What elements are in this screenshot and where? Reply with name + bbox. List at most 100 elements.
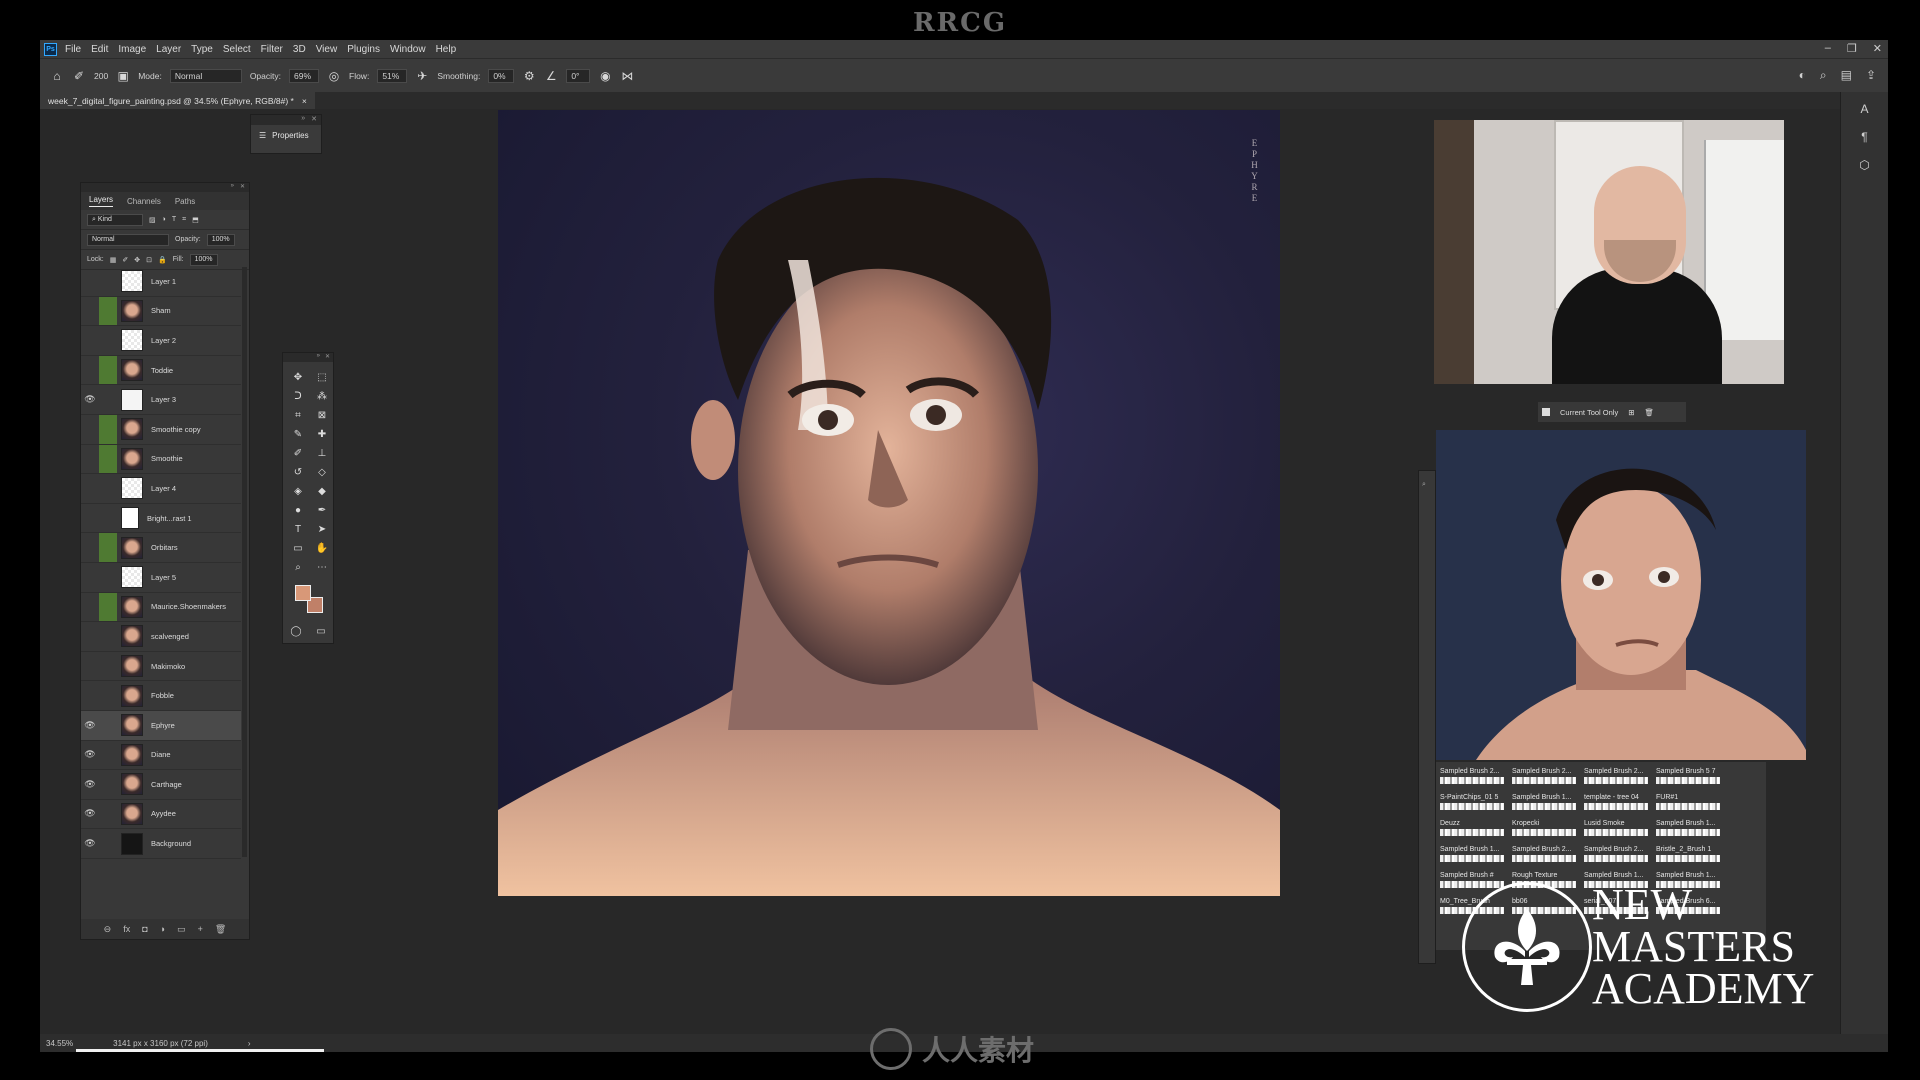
search-icon[interactable]: ⌕ — [1422, 481, 1432, 489]
close-icon[interactable]: ✕ — [240, 183, 245, 192]
visibility-eye-icon[interactable]: 👁 — [81, 741, 99, 770]
pressure-size-icon[interactable]: ◉ — [598, 69, 612, 83]
lock-paint-icon[interactable]: ✐ — [122, 256, 128, 264]
share-user-icon[interactable]: ◐ — [1799, 68, 1806, 83]
frame-tool-icon[interactable]: ⊠ — [310, 406, 334, 425]
airbrush-icon[interactable]: ✈ — [415, 69, 429, 83]
brush-preset[interactable]: Sampled Brush 2... — [1584, 846, 1652, 872]
layer-row[interactable]: 👁 Ephyre — [81, 710, 241, 741]
eraser-tool-icon[interactable]: ◇ — [310, 463, 334, 482]
brush-preset[interactable]: Kropecki — [1512, 820, 1580, 846]
layer-row[interactable]: 👁 Background — [81, 829, 241, 859]
layer-row[interactable]: Maurice.Shoenmakers — [81, 592, 241, 623]
zoom-tool-icon[interactable]: ⌕ — [286, 558, 310, 577]
history-brush-tool-icon[interactable]: ↺ — [286, 463, 310, 482]
menu-plugins[interactable]: Plugins — [347, 44, 380, 55]
visibility-eye-icon[interactable] — [81, 445, 99, 474]
visibility-eye-icon[interactable] — [81, 533, 99, 562]
brush-preset[interactable]: Deuzz — [1440, 820, 1508, 846]
layer-opacity-input[interactable]: 100% — [206, 233, 235, 246]
mask-icon[interactable]: ◘ — [142, 924, 147, 934]
gear-icon[interactable]: ⚙ — [522, 69, 536, 83]
minimize-icon[interactable]: – — [1825, 42, 1831, 55]
paragraph-panel-icon[interactable]: ¶ — [1855, 130, 1875, 148]
lock-all-icon[interactable]: 🔒 — [158, 256, 167, 264]
status-arrow-icon[interactable]: › — [248, 1039, 251, 1048]
lasso-tool-icon[interactable]: ᑐ — [286, 387, 310, 406]
share-icon[interactable]: ⇪ — [1866, 68, 1876, 83]
menu-image[interactable]: Image — [118, 44, 146, 55]
layer-row[interactable]: scalvenged — [81, 622, 241, 652]
current-tool-only-checkbox[interactable] — [1542, 408, 1550, 416]
brush-preset[interactable]: S-PaintChips_01 5 — [1440, 794, 1508, 820]
path-select-tool-icon[interactable]: ➤ — [310, 520, 334, 539]
character-panel-icon[interactable]: A — [1855, 102, 1875, 120]
brush-preset[interactable]: Bristle_2_Brush 1 — [1656, 846, 1724, 872]
layer-row[interactable]: Sham — [81, 296, 241, 327]
layer-row[interactable]: Fobble — [81, 681, 241, 711]
opacity-input[interactable]: 69% — [289, 68, 319, 83]
brush-preset-icon[interactable]: ✐ — [72, 69, 86, 83]
brush-size-value[interactable]: 200 — [94, 71, 108, 81]
menu-help[interactable]: Help — [436, 44, 457, 55]
layer-row[interactable]: Layer 5 — [81, 563, 241, 593]
new-layer-icon[interactable]: + — [198, 924, 203, 934]
fill-input[interactable]: 100% — [189, 253, 218, 266]
properties-tab[interactable]: ☰ Properties — [251, 125, 321, 146]
zoom-level[interactable]: 34.55% — [46, 1039, 73, 1048]
collapse-icon[interactable]: » — [317, 353, 320, 362]
visibility-eye-icon[interactable] — [81, 622, 99, 651]
hand-tool-icon[interactable]: ✋ — [310, 539, 334, 558]
type-tool-icon[interactable]: T — [286, 520, 310, 539]
layer-row[interactable]: 👁 Carthage — [81, 770, 241, 800]
brush-preset[interactable]: Sampled Brush 2... — [1512, 846, 1580, 872]
layer-row[interactable]: 👁 Diane — [81, 741, 241, 771]
close-icon[interactable]: ✕ — [325, 353, 330, 362]
magic-wand-tool-icon[interactable]: ⁂ — [310, 387, 334, 406]
layer-row[interactable]: 👁 Ayydee — [81, 800, 241, 830]
visibility-eye-icon[interactable] — [81, 681, 99, 710]
angle-input[interactable]: 0° — [566, 68, 591, 83]
search-icon[interactable]: ⌕ — [1820, 68, 1827, 83]
layers-scrollbar[interactable] — [242, 267, 247, 857]
screen-mode-icon[interactable]: ▭ — [316, 626, 325, 637]
smoothing-input[interactable]: 0% — [488, 68, 515, 83]
layer-row[interactable]: Orbitars — [81, 533, 241, 563]
blend-mode-select[interactable]: Normal — [87, 233, 169, 246]
filter-type-icon[interactable]: T — [172, 216, 176, 223]
flow-input[interactable]: 51% — [377, 68, 408, 83]
lock-pixels-icon[interactable]: ▦ — [110, 256, 117, 264]
folder-icon[interactable]: ▭ — [177, 924, 186, 935]
quick-mask-icon[interactable]: ◯ — [290, 626, 301, 637]
fx-icon[interactable]: fx — [123, 924, 130, 934]
more-tools-icon[interactable]: ⋯ — [310, 558, 334, 577]
stamp-tool-icon[interactable]: ⊥ — [310, 444, 334, 463]
collapse-icon[interactable]: » — [231, 183, 234, 192]
layer-row[interactable]: Makimoko — [81, 652, 241, 682]
visibility-eye-icon[interactable] — [81, 356, 99, 385]
pressure-opacity-icon[interactable]: ◎ — [327, 69, 341, 83]
menu-file[interactable]: File — [65, 44, 81, 55]
new-preset-icon[interactable]: ⊞ — [1628, 408, 1634, 417]
visibility-eye-icon[interactable]: 👁 — [81, 770, 99, 799]
tab-layers[interactable]: Layers — [89, 195, 114, 207]
layer-row[interactable]: Smoothie copy — [81, 414, 241, 445]
trash-icon[interactable]: 🗑 — [215, 924, 226, 935]
visibility-eye-icon[interactable] — [81, 563, 99, 592]
visibility-eye-icon[interactable]: 👁 — [81, 829, 99, 858]
menu-window[interactable]: Window — [390, 44, 426, 55]
shape-tool-icon[interactable]: ▭ — [286, 539, 310, 558]
layer-row[interactable]: Layer 1 — [81, 267, 241, 297]
dodge-tool-icon[interactable]: ● — [286, 501, 310, 520]
visibility-eye-icon[interactable] — [81, 297, 99, 326]
brush-preset[interactable]: FUR#1 — [1656, 794, 1724, 820]
menu-3d[interactable]: 3D — [293, 44, 306, 55]
brush-tool-icon[interactable]: ✐ — [286, 444, 310, 463]
layer-row[interactable]: 👁 Layer 3 — [81, 385, 241, 415]
brush-preset[interactable]: Sampled Brush 5 7 — [1656, 768, 1724, 794]
painting-canvas[interactable]: EPHYRE — [498, 110, 1280, 896]
trash-icon[interactable]: 🗑 — [1645, 408, 1655, 417]
menu-filter[interactable]: Filter — [261, 44, 283, 55]
brush-preset[interactable]: Sampled Brush 2... — [1584, 768, 1652, 794]
filter-smart-icon[interactable]: ⬒ — [192, 216, 199, 224]
